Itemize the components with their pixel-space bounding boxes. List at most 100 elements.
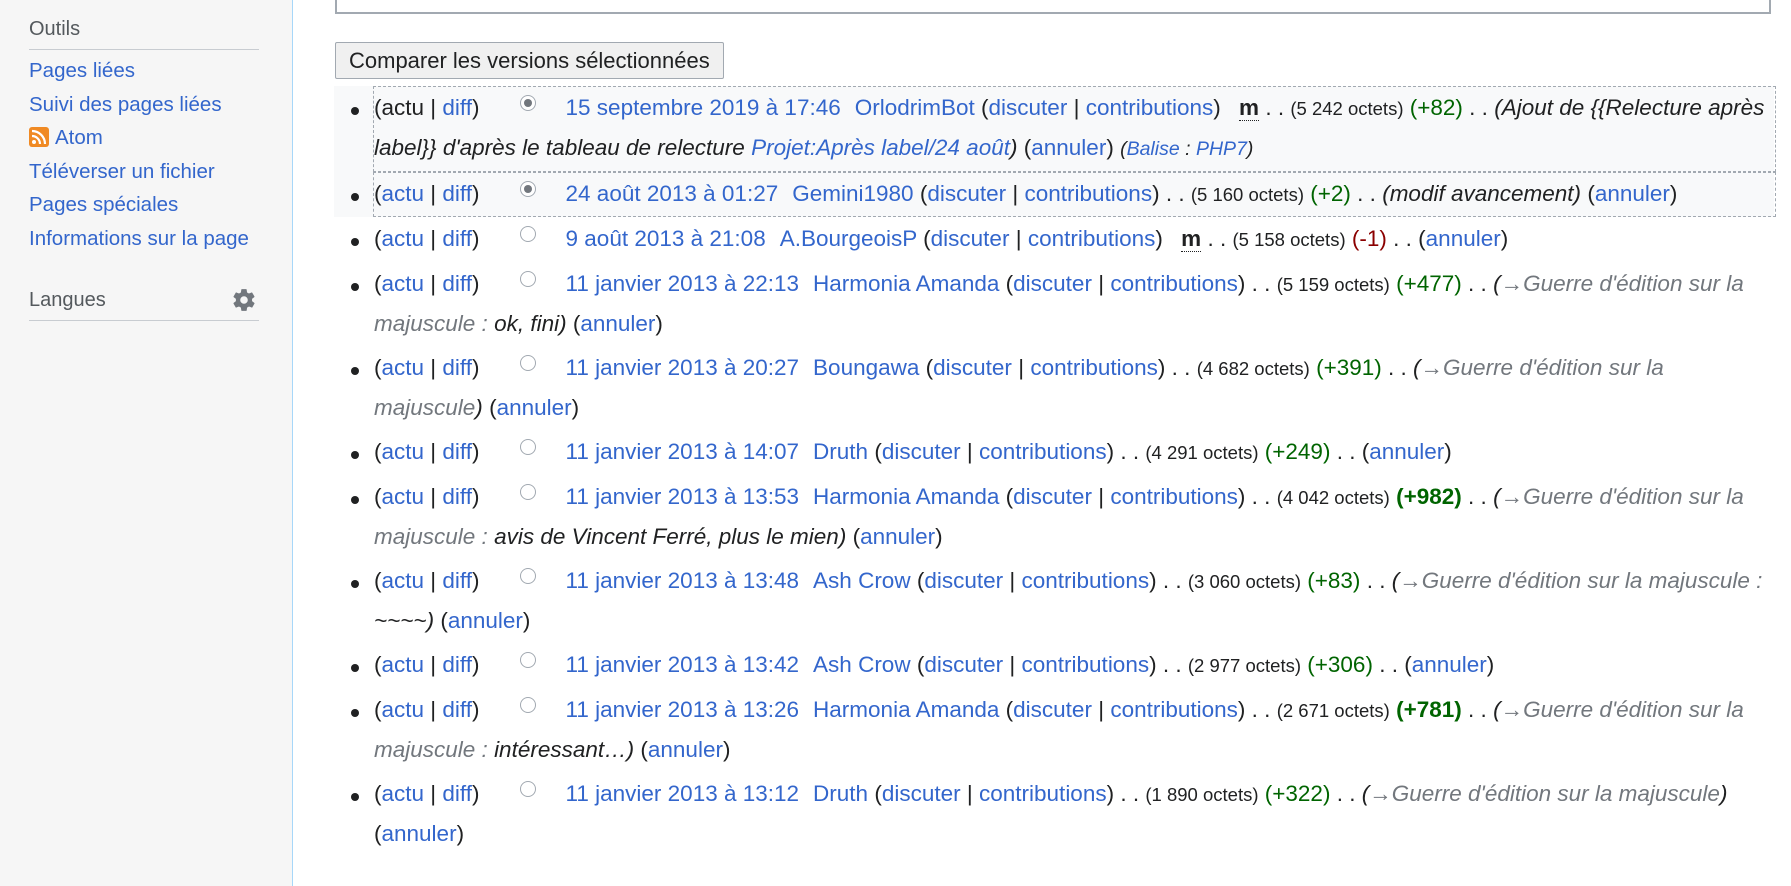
user-contribs-link[interactable]: contributions — [1030, 355, 1158, 380]
revision-date-link[interactable]: 11 janvier 2013 à 13:42 — [566, 652, 800, 677]
sidebar-item-special-pages[interactable]: Pages spéciales — [29, 193, 178, 216]
actu-link[interactable]: actu — [382, 484, 425, 509]
version-radio[interactable] — [519, 781, 536, 797]
undo-link[interactable]: annuler — [1595, 181, 1670, 206]
version-radio[interactable] — [519, 439, 536, 455]
user-link[interactable]: Harmonia Amanda — [813, 697, 999, 722]
user-contribs-link[interactable]: contributions — [979, 781, 1107, 806]
section-link[interactable]: →Guerre d'édition sur la majuscule : — [1399, 568, 1762, 593]
actu-link[interactable]: actu — [382, 355, 425, 380]
user-contribs-link[interactable]: contributions — [979, 439, 1107, 464]
user-link[interactable]: Ash Crow — [813, 652, 911, 677]
user-talk-link[interactable]: discuter — [1013, 484, 1092, 509]
diff-link[interactable]: diff — [442, 439, 472, 464]
undo-link[interactable]: annuler — [580, 311, 655, 336]
user-contribs-link[interactable]: contributions — [1110, 271, 1238, 296]
version-radio[interactable] — [519, 95, 536, 111]
user-contribs-link[interactable]: contributions — [1110, 697, 1238, 722]
diff-link[interactable]: diff — [442, 271, 472, 296]
version-radio[interactable] — [519, 484, 536, 500]
version-radio[interactable] — [519, 226, 536, 242]
undo-link[interactable]: annuler — [1031, 135, 1106, 160]
undo-link[interactable]: annuler — [1369, 439, 1444, 464]
user-talk-link[interactable]: discuter — [927, 181, 1006, 206]
user-contribs-link[interactable]: contributions — [1086, 95, 1214, 120]
revision-date-link[interactable]: 24 août 2013 à 01:27 — [566, 181, 779, 206]
tag-link[interactable]: PHP7 — [1196, 138, 1247, 160]
actu-link[interactable]: actu — [382, 439, 425, 464]
sidebar-item-suivi[interactable]: Suivi des pages liées — [29, 93, 222, 116]
user-talk-link[interactable]: discuter — [1013, 697, 1092, 722]
revision-date-link[interactable]: 11 janvier 2013 à 13:12 — [566, 781, 800, 806]
version-radio[interactable] — [519, 355, 536, 371]
user-talk-link[interactable]: discuter — [924, 568, 1003, 593]
user-link[interactable]: Gemini1980 — [792, 181, 913, 206]
user-contribs-link[interactable]: contributions — [1022, 652, 1150, 677]
section-link[interactable]: →Guerre d'édition sur la majuscule — [1369, 781, 1720, 806]
diff-link[interactable]: diff — [442, 181, 472, 206]
user-link[interactable]: Harmonia Amanda — [813, 271, 999, 296]
actu-link[interactable]: actu — [382, 652, 425, 677]
user-contribs-link[interactable]: contributions — [1110, 484, 1238, 509]
gear-icon[interactable] — [231, 287, 257, 313]
undo-link[interactable]: annuler — [1426, 226, 1501, 251]
user-link[interactable]: A.BourgeoisP — [780, 226, 917, 251]
diff-link[interactable]: diff — [442, 697, 472, 722]
undo-link[interactable]: annuler — [648, 737, 723, 762]
diff-link[interactable]: diff — [442, 484, 472, 509]
user-contribs-link[interactable]: contributions — [1028, 226, 1156, 251]
sidebar-item-page-info[interactable]: Informations sur la page — [29, 227, 249, 250]
summary-link[interactable]: Projet:Après label/24 août — [751, 135, 1010, 160]
revision-date-link[interactable]: 11 janvier 2013 à 13:53 — [566, 484, 800, 509]
version-radio[interactable] — [519, 181, 536, 197]
actu-link[interactable]: actu — [382, 226, 425, 251]
undo-link[interactable]: annuler — [497, 395, 572, 420]
diff-link[interactable]: diff — [442, 226, 472, 251]
diff-link[interactable]: diff — [442, 781, 472, 806]
user-talk-link[interactable]: discuter — [989, 95, 1068, 120]
compare-versions-button[interactable]: Comparer les versions sélectionnées — [335, 42, 724, 79]
undo-link[interactable]: annuler — [1412, 652, 1487, 677]
undo-link[interactable]: annuler — [448, 608, 523, 633]
user-link[interactable]: Ash Crow — [813, 568, 911, 593]
actu-link[interactable]: actu — [382, 697, 425, 722]
actu-link[interactable]: actu — [382, 271, 425, 296]
user-link[interactable]: OrlodrimBot — [855, 95, 975, 120]
user-talk-link[interactable]: discuter — [931, 226, 1010, 251]
user-contribs-link[interactable]: contributions — [1022, 568, 1150, 593]
user-talk-link[interactable]: discuter — [924, 652, 1003, 677]
user-link[interactable]: Druth — [813, 439, 868, 464]
revision-date-link[interactable]: 11 janvier 2013 à 14:07 — [566, 439, 800, 464]
diff-link[interactable]: diff — [442, 568, 472, 593]
user-link[interactable]: Boungawa — [813, 355, 919, 380]
user-link[interactable]: Harmonia Amanda — [813, 484, 999, 509]
revision-date-link[interactable]: 9 août 2013 à 21:08 — [566, 226, 766, 251]
user-link[interactable]: Druth — [813, 781, 868, 806]
revision-date-link[interactable]: 11 janvier 2013 à 22:13 — [566, 271, 800, 296]
undo-link[interactable]: annuler — [860, 524, 935, 549]
user-talk-link[interactable]: discuter — [882, 781, 961, 806]
revision-date-link[interactable]: 11 janvier 2013 à 13:48 — [566, 568, 800, 593]
actu-link[interactable]: actu — [382, 181, 425, 206]
version-radio[interactable] — [519, 697, 536, 713]
user-talk-link[interactable]: discuter — [1013, 271, 1092, 296]
user-talk-link[interactable]: discuter — [933, 355, 1012, 380]
version-radio[interactable] — [519, 652, 536, 668]
sidebar-item-atom[interactable]: Atom — [55, 126, 103, 149]
sidebar-item-pages-liees[interactable]: Pages liées — [29, 59, 135, 82]
user-talk-link[interactable]: discuter — [882, 439, 961, 464]
diff-link[interactable]: diff — [442, 355, 472, 380]
diff-link[interactable]: diff — [442, 652, 472, 677]
undo-link[interactable]: annuler — [382, 821, 457, 846]
user-contribs-link[interactable]: contributions — [1025, 181, 1153, 206]
revision-date-link[interactable]: 15 septembre 2019 à 17:46 — [566, 95, 841, 120]
sidebar-item-upload[interactable]: Téléverser un fichier — [29, 160, 215, 183]
revision-date-link[interactable]: 11 janvier 2013 à 13:26 — [566, 697, 800, 722]
actu-link[interactable]: actu — [382, 781, 425, 806]
revision-date-link[interactable]: 11 janvier 2013 à 20:27 — [566, 355, 800, 380]
version-radio[interactable] — [519, 271, 536, 287]
actu-link[interactable]: actu — [382, 568, 425, 593]
version-radio[interactable] — [519, 568, 536, 584]
diff-link[interactable]: diff — [442, 95, 472, 120]
tag-label-link[interactable]: Balise — [1127, 138, 1180, 160]
